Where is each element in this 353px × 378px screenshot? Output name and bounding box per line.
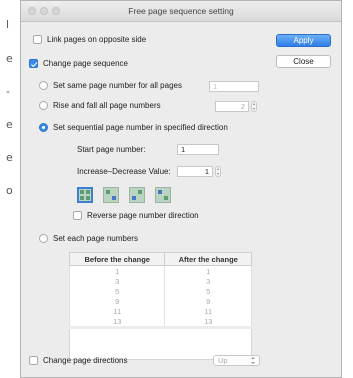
same-number-radio[interactable] <box>39 81 48 90</box>
after-cell[interactable]: 9 <box>164 296 252 306</box>
after-cell[interactable]: 5 <box>164 286 252 296</box>
background-letter: l <box>6 18 10 31</box>
same-number-input[interactable]: 1 <box>209 81 259 92</box>
dialog-window: Free page sequence setting Link pages on… <box>20 0 342 378</box>
sequential-label: Set sequential page number in specified … <box>53 123 228 132</box>
inc-dec-label: Increase–Decrease Value: <box>77 167 171 176</box>
arrows-icon[interactable] <box>103 187 119 203</box>
before-cell: 11 <box>68 306 166 316</box>
grid-icon[interactable] <box>77 187 93 203</box>
window-title: Free page sequence setting <box>128 6 234 16</box>
rise-fall-option[interactable]: Rise and fall all page numbers <box>39 101 161 110</box>
sequential-radio[interactable] <box>39 123 48 132</box>
background-letter: - <box>6 85 10 98</box>
change-sequence-checkbox[interactable] <box>29 59 38 68</box>
background-letter: e <box>6 52 13 65</box>
close-button[interactable]: Close <box>276 55 331 68</box>
direction-select[interactable]: Up <box>213 355 260 366</box>
before-cell: 9 <box>68 296 166 306</box>
change-sequence-label: Change page sequence <box>43 59 128 68</box>
table-row[interactable]: 11 11 <box>68 306 252 316</box>
before-cell: 1 <box>68 265 166 276</box>
after-cell[interactable]: 1 <box>164 265 252 276</box>
table-row[interactable]: 33 <box>68 276 252 286</box>
arrows-icon[interactable] <box>155 187 171 203</box>
after-cell[interactable]: 11 <box>164 306 252 316</box>
background-letter: o <box>6 184 13 197</box>
inc-dec-stepper[interactable] <box>215 166 221 177</box>
table-row[interactable]: 55 <box>68 286 252 296</box>
sequential-option[interactable]: Set sequential page number in specified … <box>39 123 228 132</box>
before-cell: 5 <box>68 286 166 296</box>
each-number-radio[interactable] <box>39 234 48 243</box>
column-header-after[interactable]: After the change <box>164 252 252 266</box>
link-opposite-checkbox[interactable] <box>33 35 42 44</box>
arrows-icon[interactable] <box>129 187 145 203</box>
link-opposite-label: Link pages on opposite side <box>47 35 147 44</box>
change-directions-option[interactable]: Change page directions <box>29 356 128 365</box>
before-cell: 13 <box>68 316 166 326</box>
rise-fall-radio[interactable] <box>39 101 48 110</box>
each-number-option[interactable]: Set each page numbers <box>39 234 138 243</box>
apply-button[interactable]: Apply <box>276 34 331 47</box>
rise-fall-stepper[interactable] <box>251 101 257 112</box>
before-cell: 3 <box>68 276 166 286</box>
column-header-before[interactable]: Before the change <box>68 252 166 266</box>
change-directions-checkbox[interactable] <box>29 356 38 365</box>
title-bar: Free page sequence setting <box>21 1 341 22</box>
table-row[interactable]: 99 <box>68 296 252 306</box>
each-number-label: Set each page numbers <box>53 234 138 243</box>
rise-fall-input[interactable]: 2 <box>215 101 249 112</box>
direction-select-value: Up <box>218 356 228 365</box>
chevron-updown-icon <box>251 357 257 364</box>
background-letter: e <box>6 118 13 131</box>
same-number-option[interactable]: Set same page number for all pages <box>39 81 182 90</box>
background-letter: e <box>6 151 13 164</box>
reverse-option[interactable]: Reverse page number direction <box>73 211 199 220</box>
table-row[interactable]: 11 <box>68 265 252 276</box>
change-sequence-option[interactable]: Change page sequence <box>29 59 128 68</box>
change-directions-label: Change page directions <box>43 356 128 365</box>
start-number-label: Start page number: <box>77 145 146 154</box>
reverse-label: Reverse page number direction <box>87 211 199 220</box>
same-number-label: Set same page number for all pages <box>53 81 182 90</box>
table-row[interactable]: 13 13 <box>68 316 252 326</box>
inc-dec-input[interactable]: 1 <box>177 166 213 177</box>
after-cell[interactable]: 3 <box>164 276 252 286</box>
after-cell[interactable]: 13 <box>164 316 252 326</box>
start-number-input[interactable]: 1 <box>177 144 219 155</box>
link-opposite-option[interactable]: Link pages on opposite side <box>33 35 146 44</box>
table-header-row: Before the change After the change <box>68 252 252 266</box>
reverse-checkbox[interactable] <box>73 211 82 220</box>
page-number-table: Before the change After the change 11 33… <box>68 252 252 326</box>
rise-fall-label: Rise and fall all page numbers <box>53 101 161 110</box>
